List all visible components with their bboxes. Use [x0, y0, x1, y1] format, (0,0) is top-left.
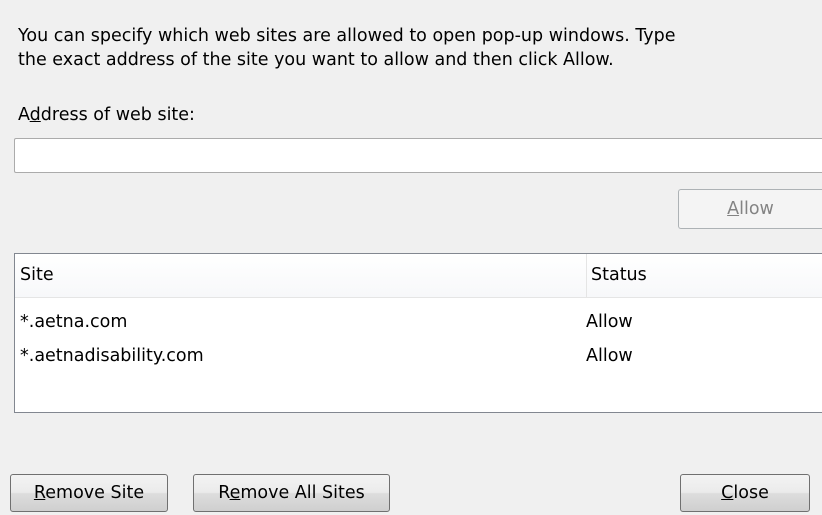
- allow-button-label: llow: [739, 199, 774, 219]
- address-label-suffix: dress of web site:: [40, 105, 195, 125]
- remove-site-label: emove Site: [45, 483, 145, 503]
- close-accesskey: C: [721, 483, 734, 503]
- address-label-prefix: A: [18, 105, 30, 125]
- list-header: Site Status: [15, 254, 822, 298]
- remove-all-label: move All Sites: [240, 483, 365, 503]
- site-cell: *.aetna.com: [20, 312, 128, 332]
- remove-all-accesskey: e: [229, 483, 241, 503]
- close-label: lose: [733, 483, 769, 503]
- column-divider[interactable]: [586, 254, 587, 297]
- instructions-text: You can specify which web sites are allo…: [18, 24, 818, 72]
- allow-button-accesskey: A: [727, 199, 740, 219]
- address-label: Address of web site:: [18, 103, 195, 127]
- address-label-accesskey: d: [29, 105, 41, 125]
- site-cell: *.aetnadisability.com: [20, 346, 204, 366]
- close-button[interactable]: Close: [680, 474, 810, 512]
- remove-all-sites-button[interactable]: Remove All Sites: [193, 474, 390, 512]
- column-header-site[interactable]: Site: [20, 254, 586, 297]
- status-cell: Allow: [586, 346, 633, 366]
- allow-button[interactable]: Allow: [678, 189, 822, 229]
- status-cell: Allow: [586, 312, 633, 332]
- remove-site-button[interactable]: Remove Site: [10, 474, 168, 512]
- address-input[interactable]: [14, 138, 822, 173]
- remove-all-prefix: R: [218, 483, 230, 503]
- instructions-line-2: the exact address of the site you want t…: [18, 50, 614, 70]
- site-row[interactable]: *.aetnadisability.com Allow: [15, 339, 822, 373]
- site-row[interactable]: *.aetna.com Allow: [15, 305, 822, 339]
- column-header-status[interactable]: Status: [591, 254, 647, 297]
- remove-site-accesskey: R: [33, 483, 46, 503]
- allowed-sites-list[interactable]: Site Status *.aetna.com Allow *.aetnadis…: [14, 253, 822, 413]
- instructions-line-1: You can specify which web sites are allo…: [18, 26, 676, 46]
